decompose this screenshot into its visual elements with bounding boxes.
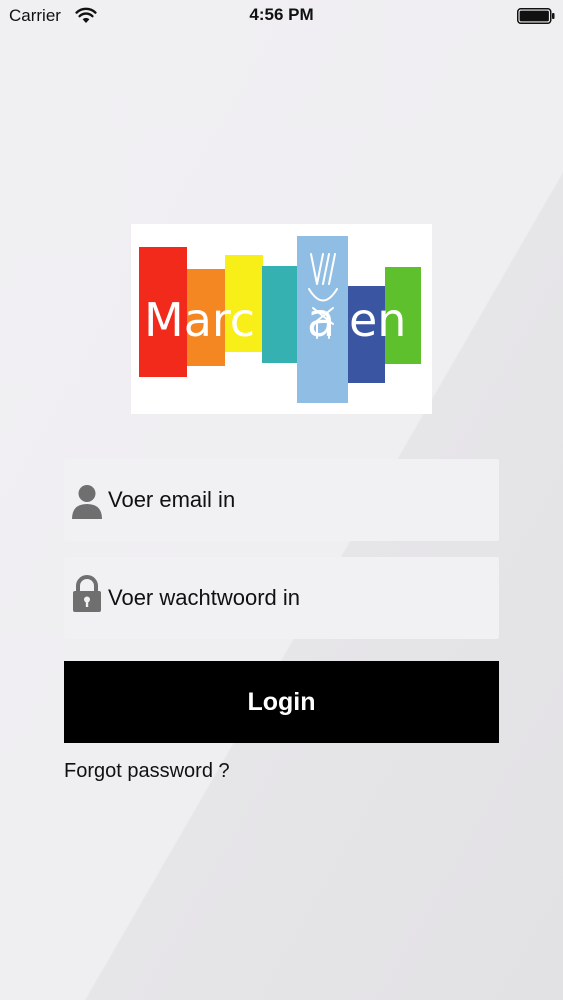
lock-icon xyxy=(73,575,101,612)
logo-graphic: Marc a en xyxy=(139,236,421,403)
clock-time: 4:56 PM xyxy=(249,5,314,24)
login-button[interactable]: Login xyxy=(64,661,499,743)
email-input[interactable] xyxy=(108,459,488,541)
user-icon xyxy=(72,485,102,519)
battery-full-icon xyxy=(517,8,555,24)
password-field[interactable] xyxy=(64,557,499,639)
svg-text:a: a xyxy=(307,293,335,347)
forgot-password-link[interactable]: Forgot password ? xyxy=(64,760,230,783)
svg-text:Marc: Marc xyxy=(144,293,255,347)
svg-text:en: en xyxy=(349,293,406,347)
status-bar: Carrier 4:56 PM xyxy=(0,0,563,32)
password-input[interactable] xyxy=(108,557,488,639)
email-field[interactable] xyxy=(64,459,499,541)
brand-logo: Marcaen Marc a en xyxy=(131,224,432,414)
